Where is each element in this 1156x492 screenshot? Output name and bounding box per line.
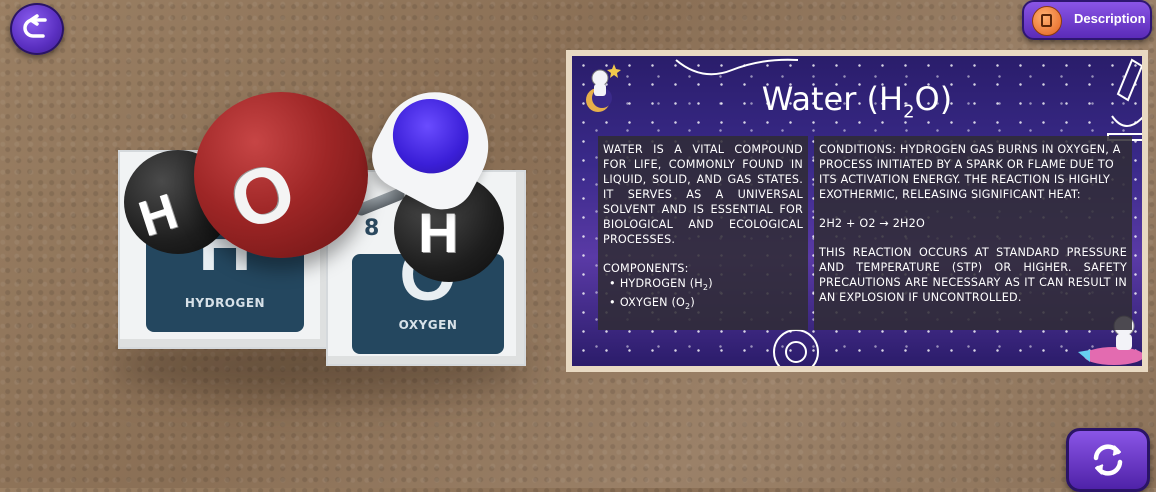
description-button[interactable]: Description <box>1022 0 1152 40</box>
component-item-prefix: OXYGEN (O <box>619 296 686 310</box>
components-label: COMPONENTS: <box>603 262 689 275</box>
panel-title-suffix: O) <box>914 80 953 118</box>
panel-title-subscript: 2 <box>903 101 915 123</box>
component-item-suffix: ) <box>708 277 713 290</box>
intro-text-box: WATER IS A VITAL COMPOUND FOR LIFE, COMM… <box>598 136 808 330</box>
component-item-prefix: HYDROGEN (H <box>619 277 703 290</box>
safety-text: THIS REACTION OCCURS AT STANDARD PRESSUR… <box>819 246 1127 304</box>
refresh-button[interactable] <box>1066 428 1150 492</box>
reaction-equation: 2H2 + O2 → 2H2O <box>819 217 925 230</box>
conditions-text-box: CONDITIONS: HYDROGEN GAS BURNS IN OXYGEN… <box>814 136 1132 330</box>
back-arrow-icon <box>23 14 47 38</box>
panel-title-prefix: Water (H <box>761 80 904 118</box>
refresh-icon <box>1093 444 1123 476</box>
oxygen-cube-name: OXYGEN <box>398 318 458 332</box>
description-panel: Water (H2O) WATER IS A VITAL COMPOUND FO… <box>566 50 1148 372</box>
document-icon <box>1032 6 1062 36</box>
intro-text: WATER IS A VITAL COMPOUND FOR LIFE, COMM… <box>603 143 803 246</box>
back-button[interactable] <box>10 3 64 55</box>
hydrogen-cube-name: HYDROGEN <box>184 296 266 310</box>
component-item: HYDROGEN (H2) <box>619 276 803 295</box>
component-item-suffix: ) <box>690 296 695 310</box>
panel-title: Water (H2O) <box>572 80 1142 122</box>
components-list: HYDROGEN (H2) OXYGEN (O2) <box>603 276 803 314</box>
conditions-text: CONDITIONS: HYDROGEN GAS BURNS IN OXYGEN… <box>819 143 1121 201</box>
description-panel-background: Water (H2O) WATER IS A VITAL COMPOUND FO… <box>572 56 1142 366</box>
beaker-liquid <box>379 85 482 187</box>
description-button-label: Description <box>1074 11 1146 26</box>
cloud-doodle-icon <box>675 58 799 76</box>
hydrogen-atom-right-label: H <box>418 201 459 264</box>
component-item: OXYGEN (O2) <box>619 295 803 314</box>
